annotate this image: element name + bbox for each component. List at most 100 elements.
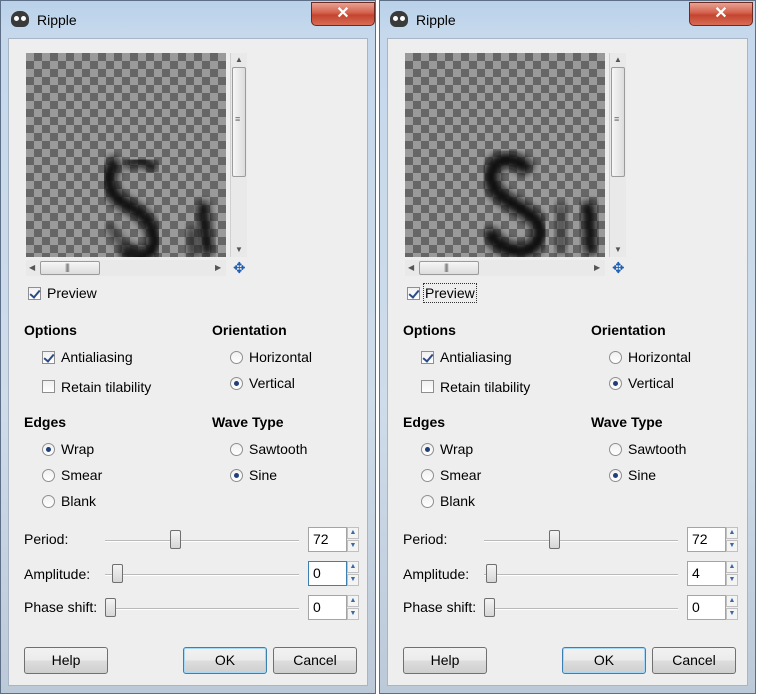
- smear-label[interactable]: Smear: [440, 467, 481, 483]
- preview-label[interactable]: Preview: [423, 283, 477, 303]
- vertical-scroll-thumb[interactable]: ≡: [611, 67, 625, 177]
- blank-radio[interactable]: [42, 495, 55, 508]
- vertical-radio[interactable]: [230, 377, 243, 390]
- period-slider-track[interactable]: [484, 540, 678, 542]
- horizontal-label[interactable]: Horizontal: [249, 349, 312, 365]
- navigate-move-icon[interactable]: ✥: [612, 259, 625, 277]
- amplitude-slider-thumb[interactable]: [112, 564, 123, 583]
- spin-up-arrow-icon[interactable]: ▲: [347, 561, 359, 573]
- phase-shift-spinbox[interactable]: 0: [687, 595, 726, 620]
- vertical-scroll-thumb[interactable]: ≡: [232, 67, 246, 177]
- spin-down-arrow-icon[interactable]: ▼: [726, 608, 738, 620]
- smear-radio[interactable]: [42, 469, 55, 482]
- help-button[interactable]: Help: [24, 647, 108, 674]
- preview-canvas[interactable]: [26, 53, 226, 257]
- wrap-radio[interactable]: [421, 443, 434, 456]
- preview-checkbox[interactable]: [407, 287, 420, 300]
- period-spinbox[interactable]: 72: [687, 527, 726, 552]
- ok-button[interactable]: OK: [183, 647, 267, 674]
- preview-horizontal-scrollbar[interactable]: ◀ ||| ▶: [26, 260, 226, 276]
- phase-shift-spin-buttons[interactable]: ▲ ▼: [726, 595, 738, 620]
- scroll-up-arrow-icon[interactable]: ▲: [235, 55, 243, 65]
- antialiasing-checkbox[interactable]: [421, 351, 434, 364]
- amplitude-slider-track[interactable]: [105, 574, 299, 576]
- retain-tilability-checkbox[interactable]: [421, 380, 434, 393]
- scroll-down-arrow-icon[interactable]: ▼: [614, 245, 622, 255]
- phase-shift-slider-track[interactable]: [484, 608, 678, 610]
- sawtooth-label[interactable]: Sawtooth: [249, 441, 307, 457]
- phase-shift-slider-track[interactable]: [105, 608, 299, 610]
- period-spinbox[interactable]: 72: [308, 527, 347, 552]
- close-button[interactable]: ✕: [689, 2, 753, 26]
- period-spin-buttons[interactable]: ▲ ▼: [726, 527, 738, 552]
- help-button[interactable]: Help: [403, 647, 487, 674]
- spin-up-arrow-icon[interactable]: ▲: [726, 527, 738, 539]
- title-bar[interactable]: Ripple ✕: [1, 1, 375, 37]
- wrap-label[interactable]: Wrap: [61, 441, 94, 457]
- amplitude-slider-thumb[interactable]: [486, 564, 497, 583]
- sawtooth-label[interactable]: Sawtooth: [628, 441, 686, 457]
- period-slider-thumb[interactable]: [170, 530, 181, 549]
- horizontal-radio[interactable]: [230, 351, 243, 364]
- spin-down-arrow-icon[interactable]: ▼: [347, 608, 359, 620]
- phase-shift-slider-thumb[interactable]: [105, 598, 116, 617]
- ok-button[interactable]: OK: [562, 647, 646, 674]
- amplitude-spin-buttons[interactable]: ▲ ▼: [726, 561, 738, 586]
- horizontal-scroll-thumb[interactable]: |||: [419, 261, 479, 275]
- sine-label[interactable]: Sine: [628, 467, 656, 483]
- vertical-label[interactable]: Vertical: [249, 375, 295, 391]
- retain-tilability-label[interactable]: Retain tilability: [440, 379, 530, 395]
- period-spin-buttons[interactable]: ▲ ▼: [347, 527, 359, 552]
- spin-down-arrow-icon[interactable]: ▼: [347, 540, 359, 552]
- spin-down-arrow-icon[interactable]: ▼: [347, 574, 359, 586]
- blank-radio[interactable]: [421, 495, 434, 508]
- phase-shift-slider-thumb[interactable]: [484, 598, 495, 617]
- navigate-move-icon[interactable]: ✥: [233, 259, 246, 277]
- wrap-label[interactable]: Wrap: [440, 441, 473, 457]
- preview-canvas[interactable]: [405, 53, 605, 257]
- horizontal-scroll-thumb[interactable]: |||: [40, 261, 100, 275]
- amplitude-slider-track[interactable]: [484, 574, 678, 576]
- scroll-right-arrow-icon[interactable]: ▶: [594, 263, 600, 273]
- preview-checkbox[interactable]: [28, 287, 41, 300]
- cancel-button[interactable]: Cancel: [652, 647, 736, 674]
- sawtooth-radio[interactable]: [230, 443, 243, 456]
- spin-down-arrow-icon[interactable]: ▼: [726, 574, 738, 586]
- period-slider-track[interactable]: [105, 540, 299, 542]
- smear-label[interactable]: Smear: [61, 467, 102, 483]
- amplitude-spinbox[interactable]: 4: [687, 561, 726, 586]
- amplitude-spin-buttons[interactable]: ▲ ▼: [347, 561, 359, 586]
- horizontal-label[interactable]: Horizontal: [628, 349, 691, 365]
- sine-radio[interactable]: [230, 469, 243, 482]
- phase-shift-spin-buttons[interactable]: ▲ ▼: [347, 595, 359, 620]
- amplitude-spinbox[interactable]: 0: [308, 561, 347, 586]
- spin-up-arrow-icon[interactable]: ▲: [726, 561, 738, 573]
- period-slider-thumb[interactable]: [549, 530, 560, 549]
- retain-tilability-checkbox[interactable]: [42, 380, 55, 393]
- preview-vertical-scrollbar[interactable]: ▲ ≡ ▼: [230, 53, 247, 257]
- antialiasing-label[interactable]: Antialiasing: [440, 349, 512, 365]
- phase-shift-spinbox[interactable]: 0: [308, 595, 347, 620]
- sawtooth-radio[interactable]: [609, 443, 622, 456]
- preview-horizontal-scrollbar[interactable]: ◀ ||| ▶: [405, 260, 605, 276]
- smear-radio[interactable]: [421, 469, 434, 482]
- blank-label[interactable]: Blank: [440, 493, 475, 509]
- sine-label[interactable]: Sine: [249, 467, 277, 483]
- scroll-left-arrow-icon[interactable]: ◀: [408, 263, 414, 273]
- spin-up-arrow-icon[interactable]: ▲: [347, 595, 359, 607]
- scroll-left-arrow-icon[interactable]: ◀: [29, 263, 35, 273]
- antialiasing-checkbox[interactable]: [42, 351, 55, 364]
- title-bar[interactable]: Ripple ✕: [380, 1, 755, 37]
- spin-up-arrow-icon[interactable]: ▲: [347, 527, 359, 539]
- scroll-right-arrow-icon[interactable]: ▶: [215, 263, 221, 273]
- spin-down-arrow-icon[interactable]: ▼: [726, 540, 738, 552]
- cancel-button[interactable]: Cancel: [273, 647, 357, 674]
- scroll-down-arrow-icon[interactable]: ▼: [235, 245, 243, 255]
- blank-label[interactable]: Blank: [61, 493, 96, 509]
- horizontal-radio[interactable]: [609, 351, 622, 364]
- wrap-radio[interactable]: [42, 443, 55, 456]
- preview-label[interactable]: Preview: [47, 285, 97, 301]
- spin-up-arrow-icon[interactable]: ▲: [726, 595, 738, 607]
- vertical-radio[interactable]: [609, 377, 622, 390]
- close-button[interactable]: ✕: [311, 2, 375, 26]
